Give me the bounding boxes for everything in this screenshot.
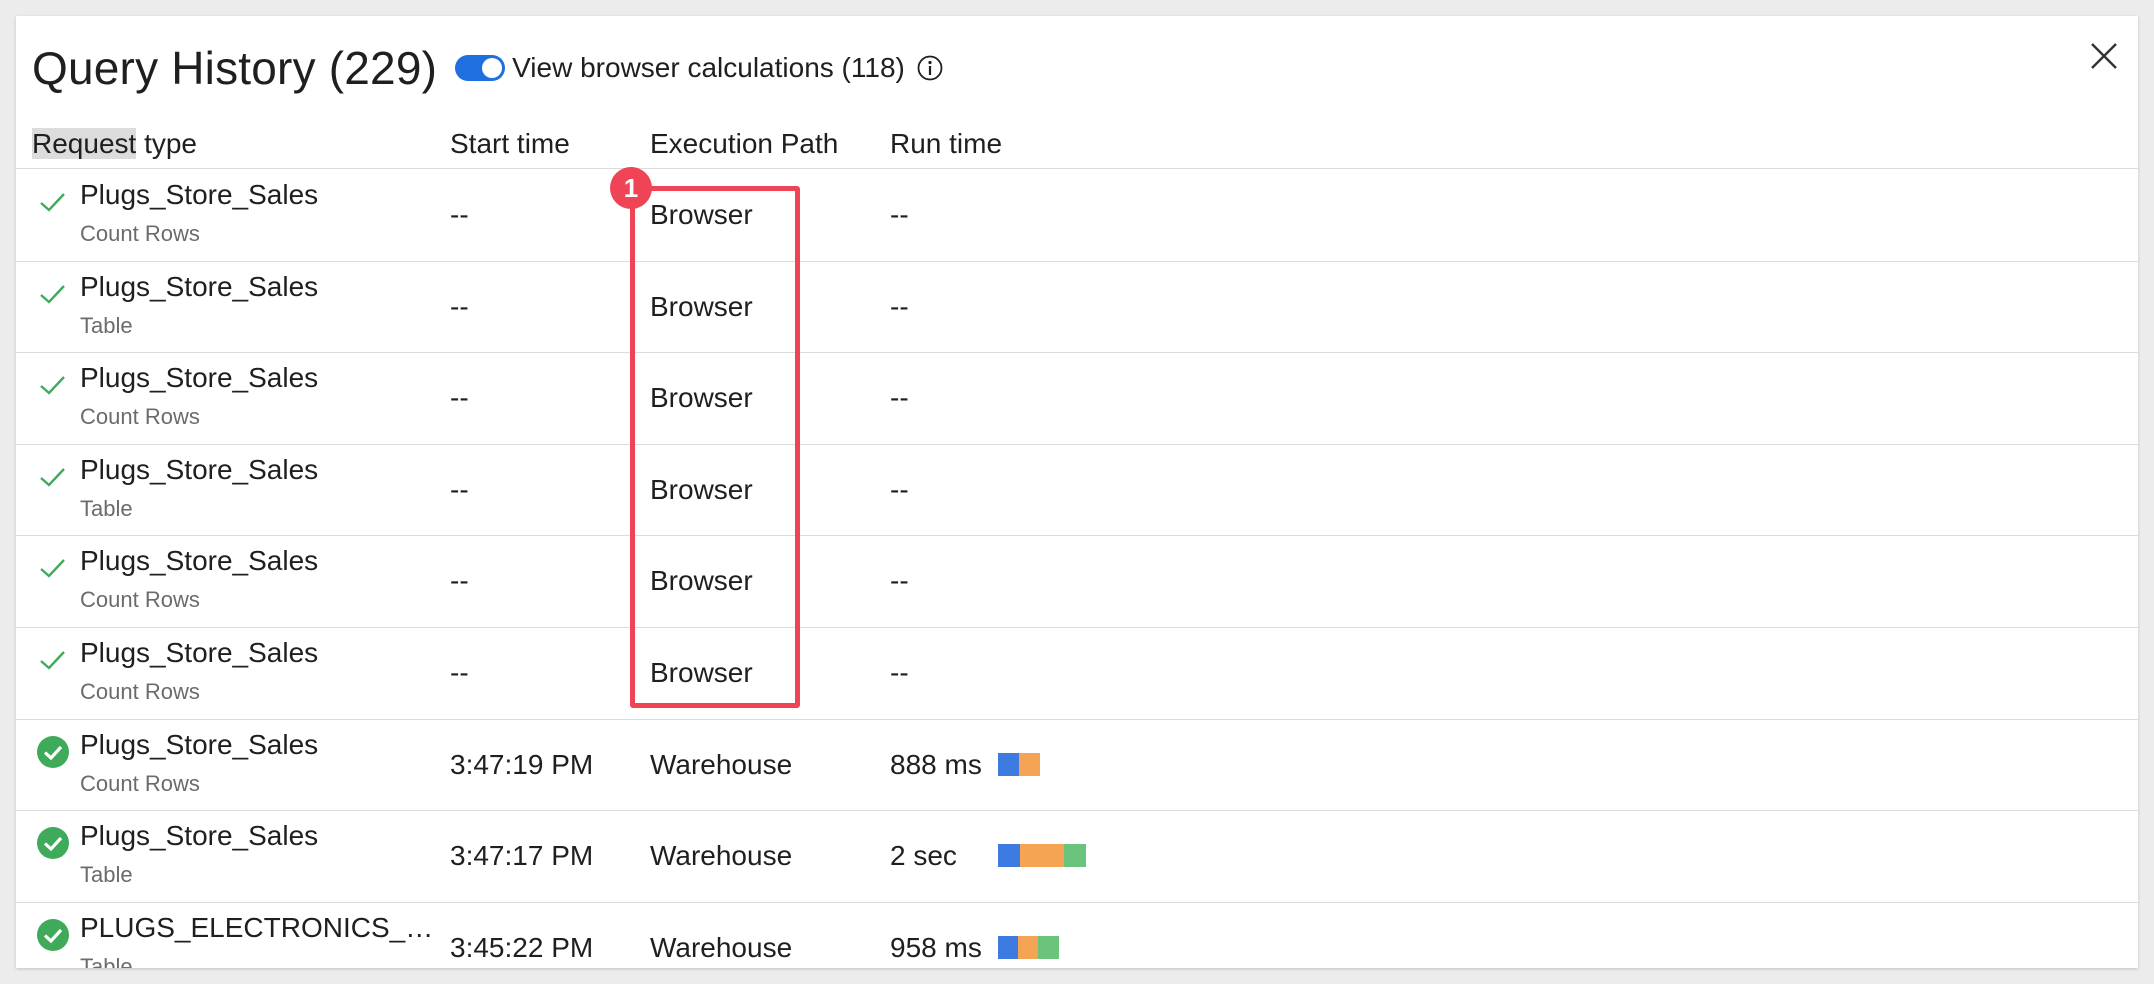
toggle-knob [482, 58, 503, 78]
header-highlight: Request [32, 128, 137, 159]
query-name: Plugs_Store_Sales [80, 179, 319, 210]
start-time-cell: 3:47:19 PM [450, 749, 594, 780]
execution-path-cell: Browser [650, 474, 753, 505]
query-name: Plugs_Store_Sales [80, 637, 319, 668]
column-header-execution-path[interactable]: Execution Path [650, 119, 838, 169]
query-name: Plugs_Store_Sales [80, 820, 319, 851]
execution-path-cell: Browser [650, 291, 753, 322]
query-name: Plugs_Store_Sales [80, 271, 319, 302]
check-circle-icon [36, 918, 70, 952]
run-time-cell: -- [890, 199, 909, 230]
query-name: Plugs_Store_Sales [80, 362, 319, 393]
start-time-cell: -- [450, 199, 469, 230]
run-time-breakdown-bar[interactable] [998, 753, 1040, 776]
check-icon [36, 185, 70, 219]
column-header-request-type[interactable]: Request type [32, 119, 197, 169]
request-subtype: Count Rows [80, 221, 200, 246]
execution-path-cell: Warehouse [650, 840, 793, 871]
header-rest: type [136, 128, 197, 159]
column-header-start-time[interactable]: Start time [450, 119, 570, 169]
start-time-cell: -- [450, 291, 469, 322]
execution-path-cell: Browser [650, 657, 753, 688]
timing-segment-blue [998, 753, 1019, 776]
request-subtype: Table [80, 496, 133, 521]
run-time-cell: -- [890, 565, 909, 596]
execution-path-cell: Warehouse [650, 932, 793, 963]
execution-path-cell: Browser [650, 199, 753, 230]
browser-calculations-toggle[interactable] [455, 55, 506, 81]
table-row[interactable]: Plugs_Store_Sales Count Rows -- Browser -- [16, 352, 2138, 443]
timing-segment-blue [998, 844, 1020, 867]
check-icon [36, 368, 70, 402]
run-time-cell: -- [890, 657, 909, 688]
request-subtype: Count Rows [80, 404, 200, 429]
timing-segment-orange [1019, 753, 1040, 776]
check-circle-icon [36, 735, 70, 769]
execution-path-cell: Browser [650, 565, 753, 596]
run-time-cell: 958 ms [890, 932, 982, 963]
request-subtype: Table [80, 313, 133, 338]
run-time-cell: -- [890, 291, 909, 322]
table-row[interactable]: PLUGS_ELECTRONICS_HAND... Table 3:45:22 PM… [16, 902, 2138, 968]
request-subtype: Count Rows [80, 587, 200, 612]
table-row[interactable]: Plugs_Store_Sales Count Rows -- Browser -- [16, 169, 2138, 260]
info-icon[interactable] [917, 55, 943, 81]
timing-segment-orange [1018, 936, 1038, 959]
start-time-cell: -- [450, 565, 469, 596]
query-name: PLUGS_ELECTRONICS_HAND... [80, 912, 446, 943]
start-time-cell: 3:47:17 PM [450, 840, 594, 871]
table-row[interactable]: Plugs_Store_Sales Count Rows -- Browser -- [16, 627, 2138, 718]
check-icon [36, 277, 70, 311]
check-circle-icon [36, 826, 70, 860]
timing-segment-blue [998, 936, 1018, 959]
start-time-cell: -- [450, 474, 469, 505]
query-history-panel: Query History (229) View browser calcula… [16, 16, 2138, 968]
table-row[interactable]: Plugs_Store_Sales Count Rows -- Browser -- [16, 535, 2138, 626]
close-icon[interactable] [2086, 38, 2122, 74]
run-time-breakdown-bar[interactable] [998, 936, 1059, 959]
column-header-run-time[interactable]: Run time [890, 119, 1002, 169]
panel-header: Query History (229) View browser calcula… [32, 36, 943, 100]
run-time-cell: 888 ms [890, 749, 982, 780]
run-time-breakdown-bar[interactable] [998, 844, 1086, 867]
check-icon [36, 551, 70, 585]
execution-path-cell: Warehouse [650, 749, 793, 780]
request-subtype: Table [80, 954, 133, 968]
table-row[interactable]: Plugs_Store_Sales Table 3:47:17 PM Warehous… [16, 810, 2138, 901]
run-time-cell: -- [890, 382, 909, 413]
query-name: Plugs_Store_Sales [80, 454, 319, 485]
page-title: Query History (229) [32, 42, 438, 94]
check-icon [36, 643, 70, 677]
start-time-cell: -- [450, 657, 469, 688]
start-time-cell: -- [450, 382, 469, 413]
query-name: Plugs_Store_Sales [80, 545, 319, 576]
query-name: Plugs_Store_Sales [80, 729, 319, 760]
request-subtype: Count Rows [80, 679, 200, 704]
run-time-cell: -- [890, 474, 909, 505]
request-subtype: Count Rows [80, 771, 200, 796]
timing-segment-green [1038, 936, 1059, 959]
check-icon [36, 460, 70, 494]
toggle-label: View browser calculations (118) [512, 52, 905, 83]
start-time-cell: 3:45:22 PM [450, 932, 594, 963]
request-subtype: Table [80, 862, 133, 887]
execution-path-cell: Browser [650, 382, 753, 413]
timing-segment-green [1064, 844, 1086, 867]
table-row[interactable]: Plugs_Store_Sales Count Rows 3:47:19 PM War… [16, 719, 2138, 810]
table-row[interactable]: Plugs_Store_Sales Table -- Browser -- [16, 444, 2138, 535]
annotation-badge: 1 [610, 167, 652, 209]
timing-segment-orange [1020, 844, 1064, 867]
table-row[interactable]: Plugs_Store_Sales Table -- Browser -- [16, 261, 2138, 352]
run-time-cell: 2 sec [890, 840, 957, 871]
